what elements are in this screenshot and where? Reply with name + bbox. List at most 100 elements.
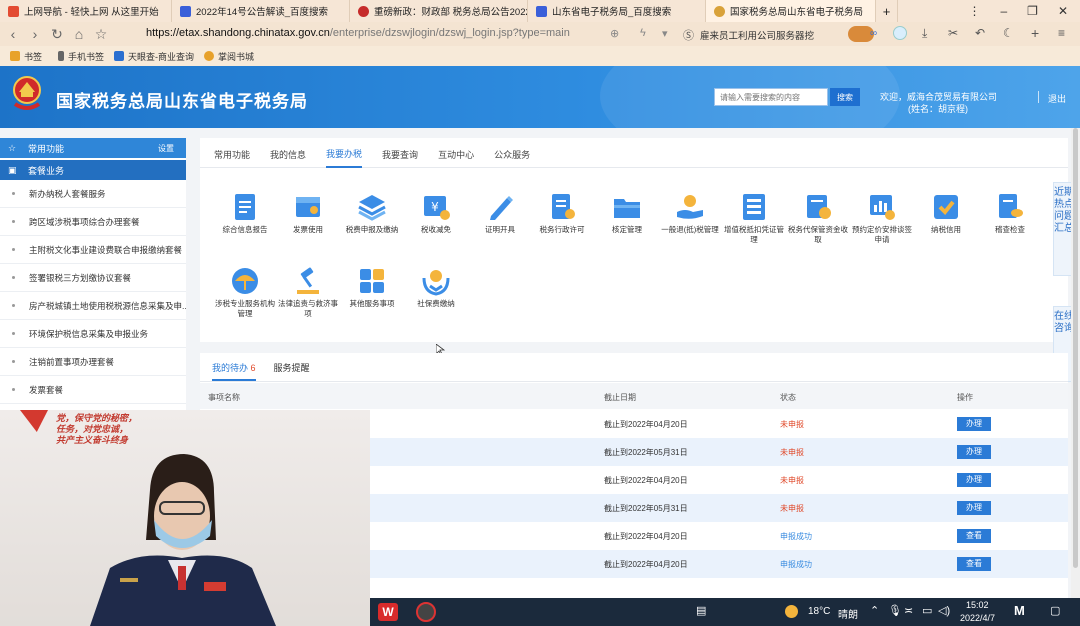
share-icon[interactable]: ⊕ (610, 27, 619, 40)
sidebar-common-functions[interactable]: ☆ 常用功能 设置 (0, 138, 186, 158)
handle-button[interactable]: 办理 (957, 501, 991, 515)
tab-query[interactable]: 我要查询 (382, 140, 418, 168)
browser-tab[interactable]: 2022年14号公告解读_百度搜索 (172, 0, 350, 22)
profile-icon[interactable] (893, 26, 907, 40)
tab-service-reminder[interactable]: 服务提醒 (274, 361, 310, 381)
tab-my-todo[interactable]: 我的待办 6 (212, 361, 256, 381)
address-suggestion[interactable]: 雇来员工利用公司服务器挖 (700, 28, 814, 42)
tab-public-service[interactable]: 公众服务 (494, 140, 530, 168)
network-icon[interactable]: ≍ (904, 604, 913, 617)
menu-lines-icon[interactable]: ≡ (1058, 26, 1065, 40)
service-item[interactable]: 法律追责与救济事项 (278, 266, 338, 319)
service-item[interactable]: 社保费缴纳 (406, 266, 466, 309)
browser-tab-active[interactable]: 国家税务总局山东省电子税务局 (706, 0, 876, 22)
bookmark-item[interactable]: 书签 (10, 50, 42, 63)
view-button[interactable]: 查看 (957, 529, 991, 543)
service-item[interactable]: 一般退(抵)税管理 (660, 192, 720, 235)
close-icon[interactable]: ✕ (1058, 4, 1068, 18)
service-item[interactable]: 预约定价安排谈签申请 (852, 192, 912, 245)
microphone-icon[interactable]: 🎙 (888, 604, 902, 617)
app-icon[interactable] (416, 602, 436, 622)
minimize-icon[interactable]: – (1000, 4, 1007, 18)
service-item[interactable]: 涉税专业服务机构管理 (215, 266, 275, 319)
site-search-button[interactable]: 搜索 (830, 88, 860, 106)
scrollbar-thumb[interactable] (1073, 128, 1078, 568)
service-item[interactable]: 核定管理 (597, 192, 657, 235)
sidebar-item[interactable]: 房产税城镇土地使用税税源信息采集及申... (0, 292, 186, 320)
service-item[interactable]: 增值税抵扣凭证管理 (724, 192, 784, 245)
tab-my-info[interactable]: 我的信息 (270, 140, 306, 168)
logout-link[interactable]: 退出 (1048, 92, 1066, 105)
sidebar-item[interactable]: 注销前置事项办理套餐 (0, 348, 186, 376)
bookmark-item[interactable]: 掌阅书城 (204, 50, 254, 63)
back-icon[interactable]: ‹ (2, 26, 24, 42)
restore-icon[interactable]: ❐ (1027, 4, 1038, 18)
page-scrollbar[interactable] (1071, 128, 1080, 598)
lightning-icon[interactable]: ϟ (640, 27, 646, 39)
add-icon[interactable]: + (1031, 25, 1039, 41)
sidebar-item[interactable]: 签署银税三方划缴协议套餐 (0, 264, 186, 292)
gavel-icon (297, 267, 319, 294)
sidebar-item[interactable]: 主附税文化事业建设费联合申报缴纳套餐 (0, 236, 186, 264)
sidebar-item[interactable]: 新办纳税人套餐服务 (0, 180, 186, 208)
view-button[interactable]: 查看 (957, 557, 991, 571)
sidebar-item[interactable]: 发票套餐 (0, 376, 186, 404)
browser-tab[interactable]: 重磅新政：财政部 税务总局公告2022 (350, 0, 528, 22)
site-search-input[interactable] (714, 88, 828, 106)
star-icon[interactable]: ☆ (90, 26, 112, 43)
handle-button[interactable]: 办理 (957, 417, 991, 431)
service-item[interactable]: 税费申报及缴纳 (342, 192, 402, 235)
new-tab-button[interactable]: + (876, 0, 898, 22)
presenter-figure (90, 454, 276, 626)
browser-tab[interactable]: 山东省电子税务局_百度搜索 (528, 0, 706, 22)
bookmark-item[interactable]: 手机书签 (58, 50, 104, 63)
dropdown-icon[interactable]: ▾ (662, 27, 668, 40)
forward-icon[interactable]: › (24, 26, 46, 42)
url-field[interactable]: https://etax.shandong.chinatax.gov.cn/en… (146, 27, 570, 39)
home-icon[interactable]: ⌂ (68, 26, 90, 42)
service-item[interactable]: 证明开具 (470, 192, 530, 235)
sidebar-settings-link[interactable]: 设置 (158, 143, 174, 154)
service-item[interactable]: 综合信息报告 (215, 192, 275, 235)
voucher-icon (743, 194, 765, 220)
service-item[interactable]: 稽查检查 (980, 192, 1040, 235)
service-item[interactable]: 税务行政许可 (532, 192, 592, 235)
baidu-favicon-icon (180, 5, 191, 17)
handle-button[interactable]: 办理 (957, 473, 991, 487)
star-icon: ☆ (8, 142, 17, 153)
volume-icon[interactable]: ◁) (938, 604, 950, 617)
service-item[interactable]: 税务代保管资金收取 (788, 192, 848, 245)
handle-button[interactable]: 办理 (957, 445, 991, 459)
baidu-favicon-icon (536, 5, 547, 17)
clipboard-icon[interactable]: ▤ (696, 604, 706, 617)
browser-tab[interactable]: 上网导航 - 轻快上网 从这里开始 (0, 0, 172, 22)
bookmark-item[interactable]: 天眼查-商业查询 (114, 50, 194, 63)
undo-icon[interactable]: ↶ (975, 26, 985, 40)
sidebar-package-header[interactable]: ▣ 套餐业务 (0, 160, 186, 180)
battery-icon[interactable]: ▭ (922, 604, 932, 617)
tab-interaction[interactable]: 互动中心 (438, 140, 474, 168)
service-item[interactable]: 纳税信用 (916, 192, 976, 235)
pen-icon (490, 196, 513, 220)
download-icon[interactable]: ⤓ (922, 26, 927, 41)
sidebar-item[interactable]: 跨区域涉税事项综合办理套餐 (0, 208, 186, 236)
m-app-icon[interactable]: M (1014, 603, 1025, 618)
permit-icon (552, 194, 575, 219)
service-item[interactable]: 其他服务事项 (342, 266, 402, 309)
reload-icon[interactable]: ↻ (46, 26, 68, 43)
grid-icon (360, 269, 384, 293)
search-engine-icon[interactable]: Ⓢ (683, 27, 694, 43)
welcome-text: 欢迎，威海合茂贸易有限公司 (姓名：胡京程) (880, 92, 998, 114)
extension-icon[interactable]: ∞ (870, 28, 877, 39)
tab-tax-handling[interactable]: 我要办税 (326, 140, 363, 168)
tab-common[interactable]: 常用功能 (214, 140, 250, 168)
wps-app-icon[interactable]: W (378, 603, 398, 621)
service-item[interactable]: 发票使用 (278, 192, 338, 235)
menu-icon[interactable]: ⋮ (968, 4, 980, 18)
chevron-up-icon[interactable]: ⌃ (870, 604, 879, 617)
night-mode-icon[interactable]: ☾ (1003, 26, 1014, 40)
scissors-icon[interactable]: ✂ (948, 26, 958, 40)
sidebar-item[interactable]: 环境保护税信息采集及申报业务 (0, 320, 186, 348)
service-item[interactable]: ¥ 税收减免 (406, 192, 466, 235)
notification-icon[interactable]: ▢ (1050, 604, 1060, 617)
